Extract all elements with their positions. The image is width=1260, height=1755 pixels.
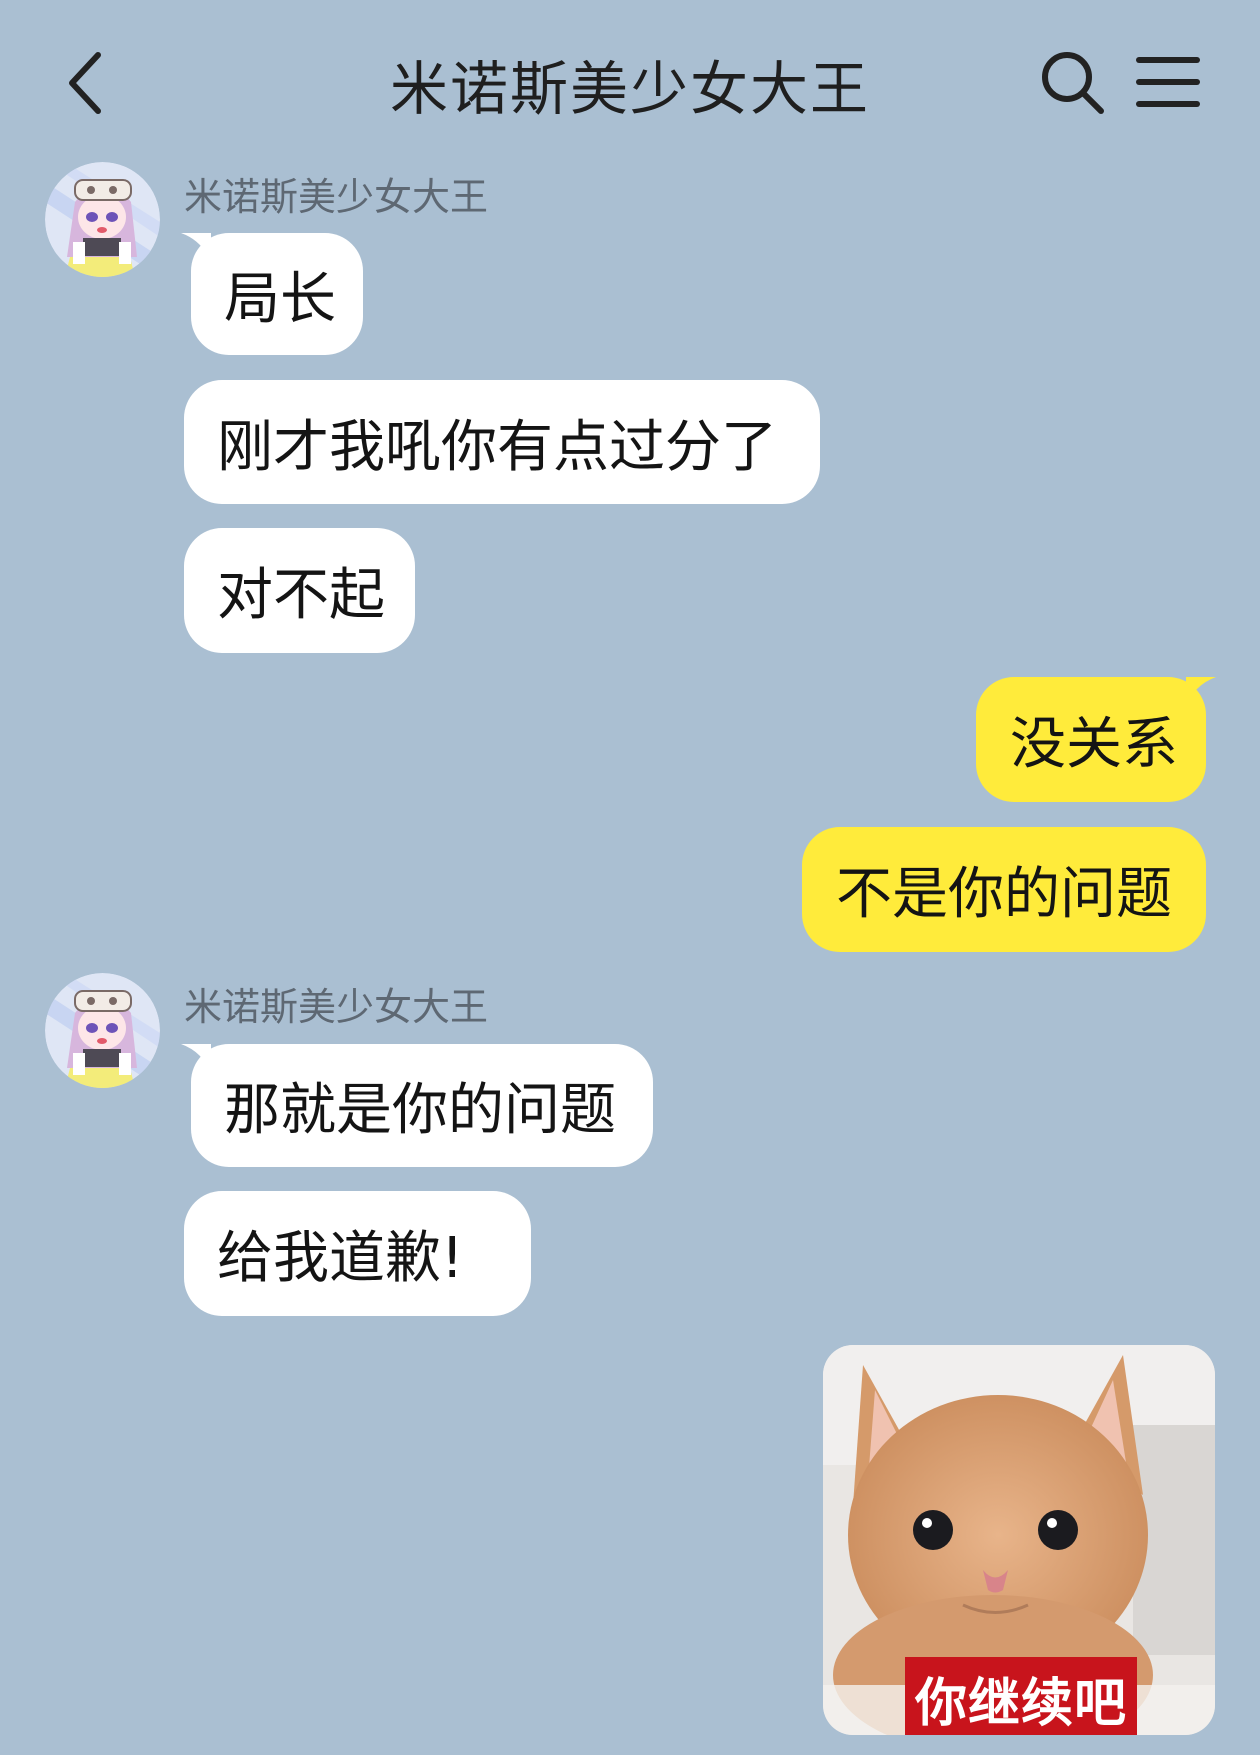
- bubble-tail-icon: [181, 1044, 211, 1074]
- incoming-message-bubble[interactable]: 给我道歉!: [184, 1191, 531, 1316]
- chat-header: 米诺斯美少女大王: [0, 0, 1260, 160]
- outgoing-message-bubble[interactable]: 不是你的问题: [802, 827, 1206, 952]
- menu-button[interactable]: [1135, 52, 1201, 112]
- back-button[interactable]: [60, 45, 120, 121]
- sticker-caption: 你继续吧: [905, 1657, 1138, 1735]
- hamburger-menu-icon: [1136, 57, 1200, 107]
- message-text: 刚才我吼你有点过分了: [217, 414, 777, 480]
- incoming-message-bubble[interactable]: 局长: [181, 233, 363, 355]
- message-text: 局长: [224, 266, 336, 332]
- message-text: 不是你的问题: [836, 862, 1172, 927]
- search-button[interactable]: [1038, 48, 1108, 118]
- search-icon: [1042, 52, 1104, 114]
- incoming-message-bubble[interactable]: 刚才我吼你有点过分了: [184, 380, 820, 504]
- bubble-tail-icon: [1186, 677, 1216, 707]
- message-text: 对不起: [217, 563, 385, 628]
- kitten-sticker[interactable]: 你继续吧: [823, 1345, 1215, 1735]
- sender-name: 米诺斯美少女大王: [184, 985, 489, 1029]
- sender-avatar[interactable]: [45, 162, 160, 277]
- outgoing-message-bubble[interactable]: 没关系: [976, 677, 1216, 802]
- incoming-message-bubble[interactable]: 对不起: [184, 528, 415, 653]
- sender-name: 米诺斯美少女大王: [184, 175, 489, 219]
- sender-avatar[interactable]: [45, 973, 160, 1088]
- anime-girl-avatar-icon: [45, 162, 160, 277]
- chevron-left-icon: [69, 52, 101, 114]
- chat-title: 米诺斯美少女大王: [389, 55, 870, 123]
- bubble-tail-icon: [181, 233, 211, 263]
- anime-girl-avatar-icon: [45, 973, 160, 1088]
- message-text: 没关系: [1010, 712, 1178, 777]
- incoming-message-bubble[interactable]: 那就是你的问题: [181, 1044, 653, 1167]
- message-text: 给我道歉!: [217, 1226, 464, 1291]
- message-text: 那就是你的问题: [224, 1078, 616, 1143]
